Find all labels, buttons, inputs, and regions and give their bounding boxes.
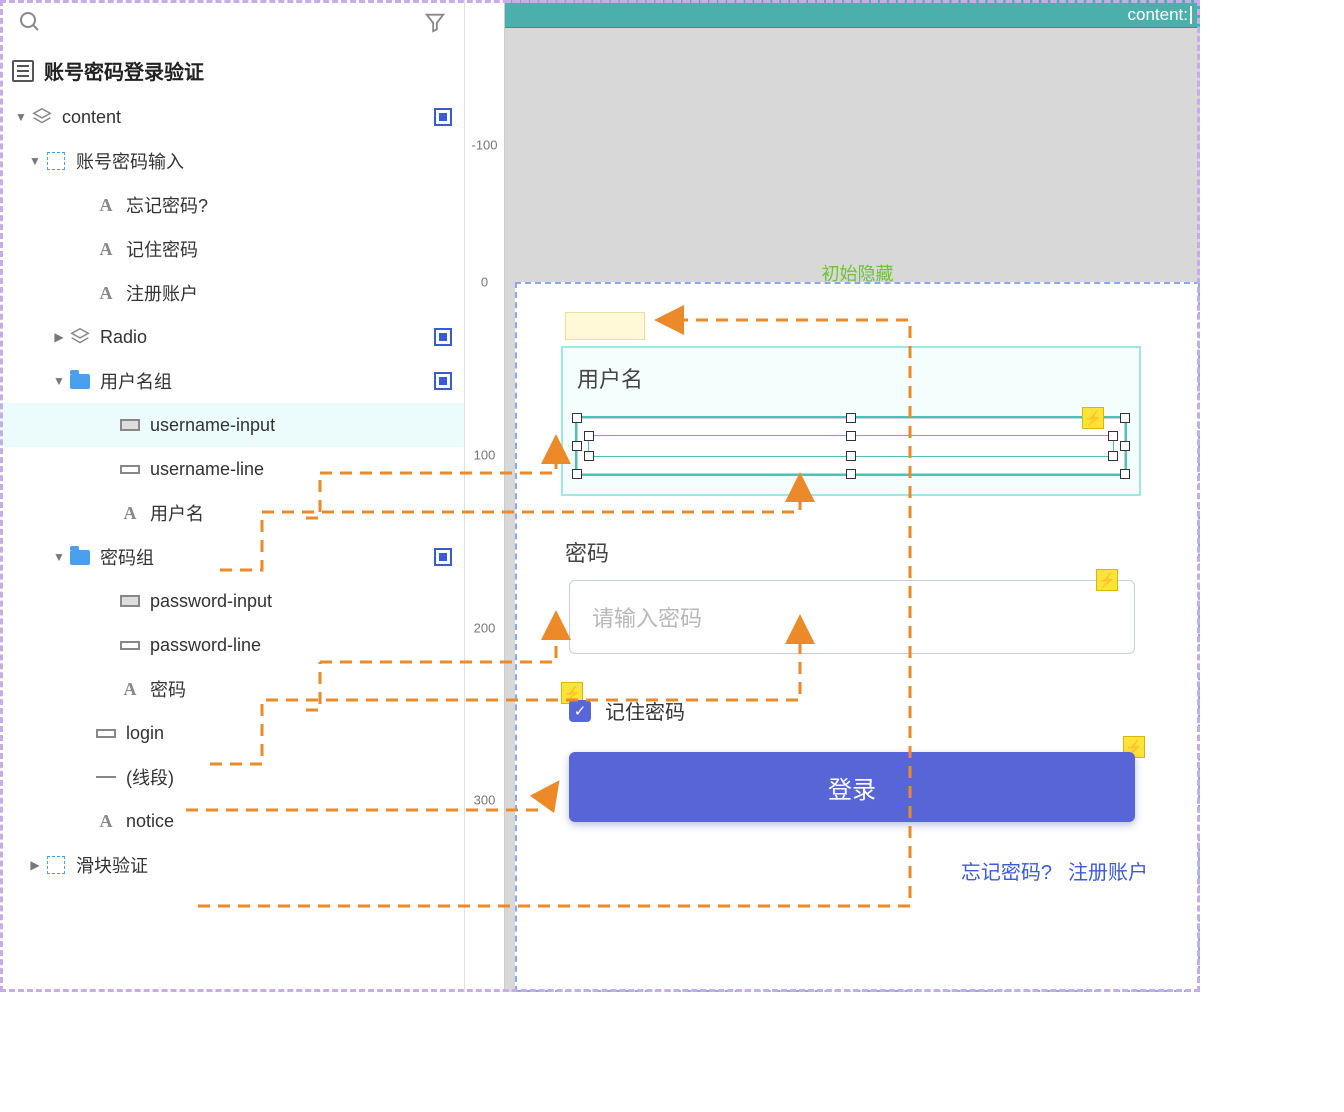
layers-icon (30, 106, 54, 128)
content-label: content: (1128, 5, 1189, 25)
tree-username-label[interactable]: ▶ A 用户名 (0, 491, 464, 535)
notice-box[interactable] (565, 312, 645, 340)
tree-username-line[interactable]: ▶ username-line (0, 447, 464, 491)
outline-panel: 账号密码登录验证 ▼ content ▼ 账号密码输入 ▶ A 忘记密码? ▶ … (0, 0, 465, 992)
rect-icon (96, 729, 116, 738)
group-icon (47, 152, 65, 170)
group-icon (47, 856, 65, 874)
interaction-icon[interactable]: ⚡ (1096, 569, 1118, 591)
text-icon: A (124, 503, 137, 524)
login-button[interactable]: 登录 (569, 752, 1135, 822)
auth-links: 忘记密码? 注册账户 (961, 856, 1148, 885)
register-link[interactable]: 注册账户 (1068, 856, 1148, 885)
tree-password-line[interactable]: ▶ password-line (0, 623, 464, 667)
page-icon (12, 60, 34, 82)
tree-account-input-group[interactable]: ▼ 账号密码输入 (0, 139, 464, 183)
tree-radio[interactable]: ▶ Radio (0, 315, 464, 359)
tree-login[interactable]: ▶ login (0, 711, 464, 755)
text-icon: A (100, 195, 113, 216)
artboard[interactable]: 初始隐藏 用户名 ⚡ 密码 请输入密码 ⚡ ⚡ (515, 282, 1200, 992)
checkbox-icon: ✓ (569, 700, 591, 722)
canvas-header: content: (505, 0, 1200, 28)
password-input[interactable]: 请输入密码 ⚡ (569, 580, 1135, 654)
page-title: 账号密码登录验证 (44, 56, 204, 85)
remember-checkbox[interactable]: ✓ 记住密码 (569, 696, 685, 725)
page-row[interactable]: 账号密码登录验证 (0, 48, 464, 95)
textfield-icon (120, 595, 140, 607)
username-input[interactable]: ⚡ (577, 418, 1125, 474)
filter-icon[interactable] (424, 10, 446, 34)
annotation-hidden: 初始隐藏 (822, 260, 894, 286)
password-label: 密码 (565, 536, 609, 568)
interaction-icon[interactable]: ⚡ (1082, 407, 1104, 429)
tree-forgot[interactable]: ▶ A 忘记密码? (0, 183, 464, 227)
tree-slider[interactable]: ▶ 滑块验证 (0, 843, 464, 887)
tree-remember[interactable]: ▶ A 记住密码 (0, 227, 464, 271)
search-icon[interactable] (18, 10, 42, 34)
textfield-icon (120, 419, 140, 431)
rect-icon (120, 465, 140, 474)
text-icon: A (100, 283, 113, 304)
layer-tree: ▼ content ▼ 账号密码输入 ▶ A 忘记密码? ▶ A 记住密码 ▶ … (0, 95, 464, 887)
tree-username-group[interactable]: ▼ 用户名组 (0, 359, 464, 403)
dynamic-panel-indicator[interactable] (434, 328, 452, 346)
tree-content[interactable]: ▼ content (0, 95, 464, 139)
tree-username-input[interactable]: ▶ username-input (0, 403, 464, 447)
layers-icon (68, 326, 92, 348)
username-label: 用户名 (577, 362, 1125, 394)
dynamic-panel-indicator[interactable] (434, 372, 452, 390)
tree-password-group[interactable]: ▼ 密码组 (0, 535, 464, 579)
text-icon: A (100, 239, 113, 260)
folder-icon (70, 550, 90, 565)
forgot-link[interactable]: 忘记密码? (961, 856, 1052, 885)
tree-notice[interactable]: ▶ A notice (0, 799, 464, 843)
text-icon: A (124, 679, 137, 700)
tree-register[interactable]: ▶ A 注册账户 (0, 271, 464, 315)
rect-icon (120, 641, 140, 650)
tree-segment[interactable]: ▶ (线段) (0, 755, 464, 799)
vertical-ruler: -100 0 100 200 300 (465, 0, 505, 992)
line-icon (96, 776, 116, 778)
folder-icon (70, 374, 90, 389)
tree-password-label[interactable]: ▶ A 密码 (0, 667, 464, 711)
tree-password-input[interactable]: ▶ password-input (0, 579, 464, 623)
text-icon: A (100, 811, 113, 832)
dynamic-panel-indicator[interactable] (434, 108, 452, 126)
canvas[interactable]: content: 初始隐藏 用户名 ⚡ 密码 请输入密码 (505, 0, 1200, 992)
username-field-group[interactable]: 用户名 ⚡ (561, 346, 1141, 496)
dynamic-panel-indicator[interactable] (434, 548, 452, 566)
